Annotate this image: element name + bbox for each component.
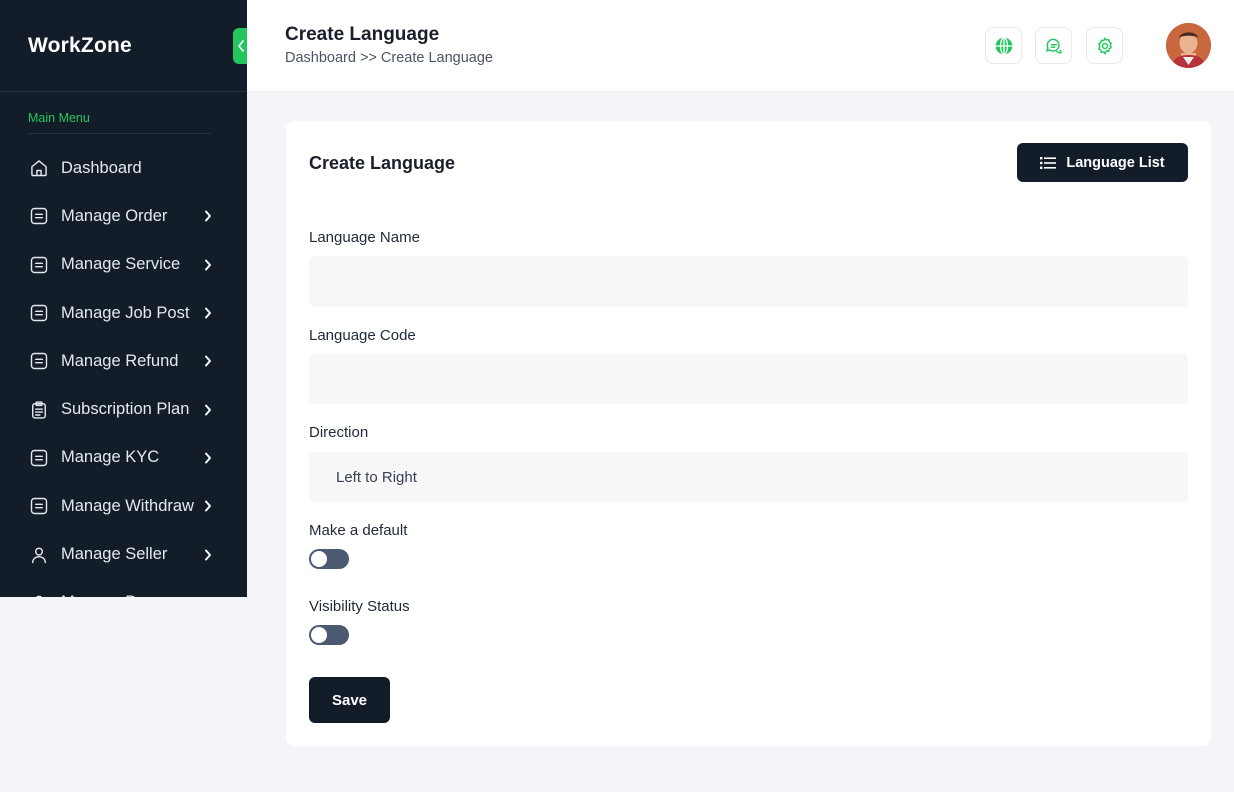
language-name-input[interactable] [309,256,1188,307]
sidebar-item-manage-refund[interactable]: Manage Refund [0,337,247,385]
sidebar-item-subscription-plan[interactable]: Subscription Plan [0,385,247,433]
direction-select[interactable]: Left to Right [309,452,1188,503]
sidebar-item-label: Manage Refund [61,351,179,370]
list-icon [1040,156,1057,170]
sidebar-item-label: Manage KYC [61,448,160,467]
list-box-icon [28,447,50,469]
avatar-icon [1166,23,1211,68]
chevron-right-icon [203,499,213,513]
language-button[interactable] [985,27,1022,64]
list-box-icon [28,495,50,517]
gear-icon [1097,36,1112,55]
language-code-input[interactable] [309,353,1188,404]
user-icon [28,544,50,566]
chevron-right-icon [203,548,213,562]
list-box-icon [28,205,50,227]
sidebar-menu: Dashboard Manage Order Manage Service Manag… [0,144,247,597]
sidebar-item-manage-seller[interactable]: Manage Seller [0,530,247,578]
user-avatar[interactable] [1166,23,1211,68]
brand-logo[interactable]: WorkZone [28,34,132,58]
settings-button[interactable] [1086,27,1123,64]
make-default-label: Make a default [309,522,408,539]
chevron-right-icon [203,306,213,320]
sidebar-item-manage-withdraw[interactable]: Manage Withdraw [0,482,247,530]
save-button[interactable]: Save [309,677,390,723]
sidebar-item-label: Manage Withdraw [61,496,194,515]
toggle-knob [311,627,327,643]
sidebar-item-dashboard[interactable]: Dashboard [0,144,247,192]
visibility-status-label: Visibility Status [309,598,410,615]
sidebar-item-label: Dashboard [61,158,142,177]
messages-button[interactable] [1035,27,1072,64]
chevron-right-icon [203,596,213,597]
sidebar-item-label: Manage Service [61,255,181,274]
chevron-right-icon [203,403,213,417]
sidebar-item-manage-service[interactable]: Manage Service [0,241,247,289]
chevron-right-icon [203,451,213,465]
sidebar-item-label: Manage Order [61,206,168,225]
create-language-card: Create Language Language List Language N… [286,121,1211,746]
chevron-right-icon [203,209,213,223]
sidebar-item-manage-order[interactable]: Manage Order [0,192,247,240]
sidebar: WorkZone Main Menu Dashboard Manage Order… [0,0,247,597]
list-box-icon [28,302,50,324]
user-icon [28,592,50,597]
language-name-label: Language Name [309,229,420,246]
direction-label: Direction [309,424,369,441]
list-box-icon [28,254,50,276]
chevron-left-icon [238,40,244,52]
home-icon [28,157,50,179]
sidebar-item-label: Manage Buyer [61,593,203,597]
breadcrumb[interactable]: Dashboard >> Create Language [285,50,493,66]
language-list-label: Language List [1066,154,1165,171]
menu-section-label: Main Menu [28,111,211,134]
top-header: Create Language Dashboard >> Create Lang… [247,0,1234,92]
card-title: Create Language [309,153,456,173]
chevron-right-icon [203,258,213,272]
sidebar-item-manage-kyc[interactable]: Manage KYC [0,434,247,482]
sidebar-item-label: Subscription Plan [61,400,190,419]
direction-selected-value: Left to Right [336,469,417,486]
language-code-label: Language Code [309,327,416,344]
language-list-button[interactable]: Language List [1017,143,1188,182]
toggle-knob [311,551,327,567]
chat-icon [1045,38,1062,54]
chevron-right-icon [203,354,213,368]
sidebar-item-label: Manage Job Post [61,303,190,322]
globe-icon [995,36,1012,55]
make-default-toggle[interactable] [309,549,349,569]
sidebar-item-manage-job-post[interactable]: Manage Job Post [0,289,247,337]
sidebar-item-manage-buyer[interactable]: Manage Buyer [0,579,247,597]
list-box-icon [28,350,50,372]
sidebar-header: WorkZone [0,0,247,92]
page-title: Create Language [285,24,440,45]
sidebar-item-label: Manage Seller [61,545,168,564]
clipboard-icon [28,399,50,421]
visibility-status-toggle[interactable] [309,625,349,645]
